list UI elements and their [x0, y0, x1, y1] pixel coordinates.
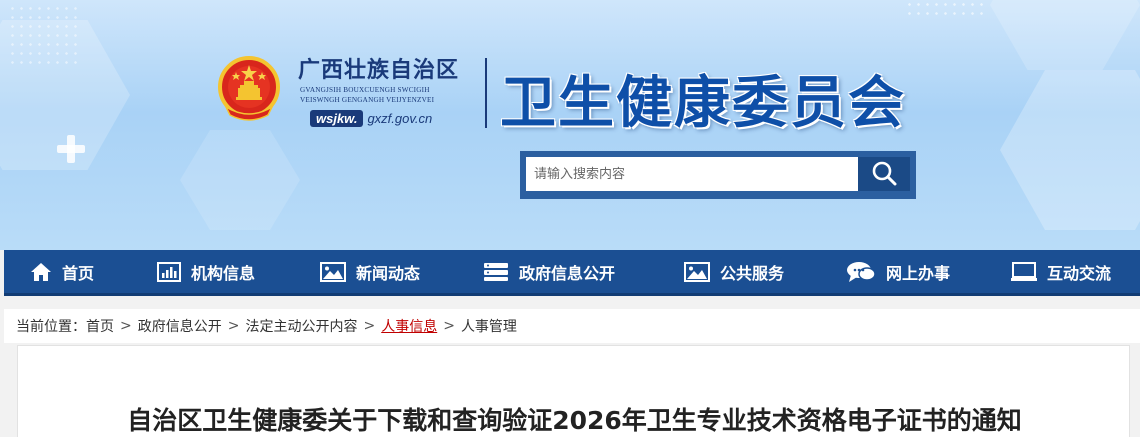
breadcrumb-item-gov-info[interactable]: 政府信息公开 — [138, 316, 222, 336]
nav-label: 新闻动态 — [356, 263, 421, 283]
breadcrumb-separator: > — [363, 318, 376, 334]
nav-label: 互动交流 — [1047, 263, 1112, 283]
image-icon — [320, 261, 346, 282]
nav-item-home[interactable]: 首页 — [30, 250, 94, 293]
article-title: 自治区卫生健康委关于下载和查询验证2026年卫生专业技术资格电子证书的通知 — [127, 406, 1022, 435]
nav-item-interaction[interactable]: 互动交流 — [1011, 250, 1111, 293]
breadcrumb-item-statutory[interactable]: 法定主动公开内容 — [245, 316, 357, 336]
search-button[interactable] — [858, 157, 910, 191]
nav-item-organization[interactable]: 机构信息 — [157, 250, 255, 293]
breadcrumb-prefix: 当前位置： — [16, 319, 86, 335]
breadcrumb: 当前位置： 首页 > 政府信息公开 > 法定主动公开内容 > 人事信息 > 人事… — [4, 309, 1140, 343]
nav-item-online-services[interactable]: 网上办事 — [846, 250, 950, 293]
chat-icon — [846, 261, 876, 283]
site-url-prefix: wsjkw. — [310, 110, 364, 127]
national-emblem-icon[interactable] — [216, 55, 282, 125]
nav-label: 机构信息 — [191, 263, 256, 283]
decorative-hexagon — [990, 0, 1140, 70]
article-container: 自治区卫生健康委关于下载和查询验证2026年卫生专业技术资格电子证书的通知 — [17, 345, 1130, 437]
breadcrumb-separator: > — [443, 318, 455, 334]
nav-label: 政府信息公开 — [519, 263, 616, 283]
search-icon — [871, 160, 897, 189]
breadcrumb-separator: > — [120, 318, 132, 334]
monitor-icon — [1011, 261, 1037, 282]
nav-label: 公共服务 — [720, 263, 785, 283]
decorative-hexagon — [180, 130, 300, 230]
region-name: 广西壮族自治区 — [298, 57, 460, 83]
nav-label: 网上办事 — [886, 263, 951, 283]
breadcrumb-item-personnel-mgmt[interactable]: 人事管理 — [461, 316, 517, 336]
search-input[interactable] — [526, 157, 858, 191]
medical-cross-icon — [57, 135, 85, 163]
nav-item-news[interactable]: 新闻动态 — [320, 250, 420, 293]
site-url-domain: gxzf.gov.cn — [367, 111, 433, 126]
nav-item-gov-info[interactable]: 政府信息公开 — [483, 250, 615, 293]
image-icon — [684, 261, 710, 282]
site-url[interactable]: wsjkw. gxzf.gov.cn — [310, 110, 432, 127]
decorative-hexagon — [1000, 70, 1140, 230]
home-icon — [30, 262, 52, 282]
search-box — [520, 151, 916, 199]
decorative-dots — [905, 0, 985, 20]
server-icon — [483, 262, 509, 282]
nav-item-public-services[interactable]: 公共服务 — [684, 250, 784, 293]
bar-chart-icon — [157, 261, 181, 282]
nav-label: 首页 — [62, 263, 95, 283]
region-name-zhuang-line2: VEISWNGH GENGANGH VEIJYENZVEI — [300, 96, 435, 104]
breadcrumb-separator: > — [227, 318, 240, 334]
organization-title: 卫生健康委员会 — [500, 70, 906, 136]
breadcrumb-item-home[interactable]: 首页 — [86, 316, 114, 336]
region-name-zhuang-line1: GVANGJSIH BOUXCUENGH SWCIGIH — [300, 86, 430, 94]
header-divider — [485, 58, 487, 128]
header-banner: 广西壮族自治区 GVANGJSIH BOUXCUENGH SWCIGIH VEI… — [0, 0, 1140, 250]
main-nav: 首页 机构信息 新闻动态 政府信息公开 公共服务 网上办事 互动交流 — [4, 250, 1140, 296]
breadcrumb-item-personnel-info[interactable]: 人事信息 — [381, 316, 437, 336]
